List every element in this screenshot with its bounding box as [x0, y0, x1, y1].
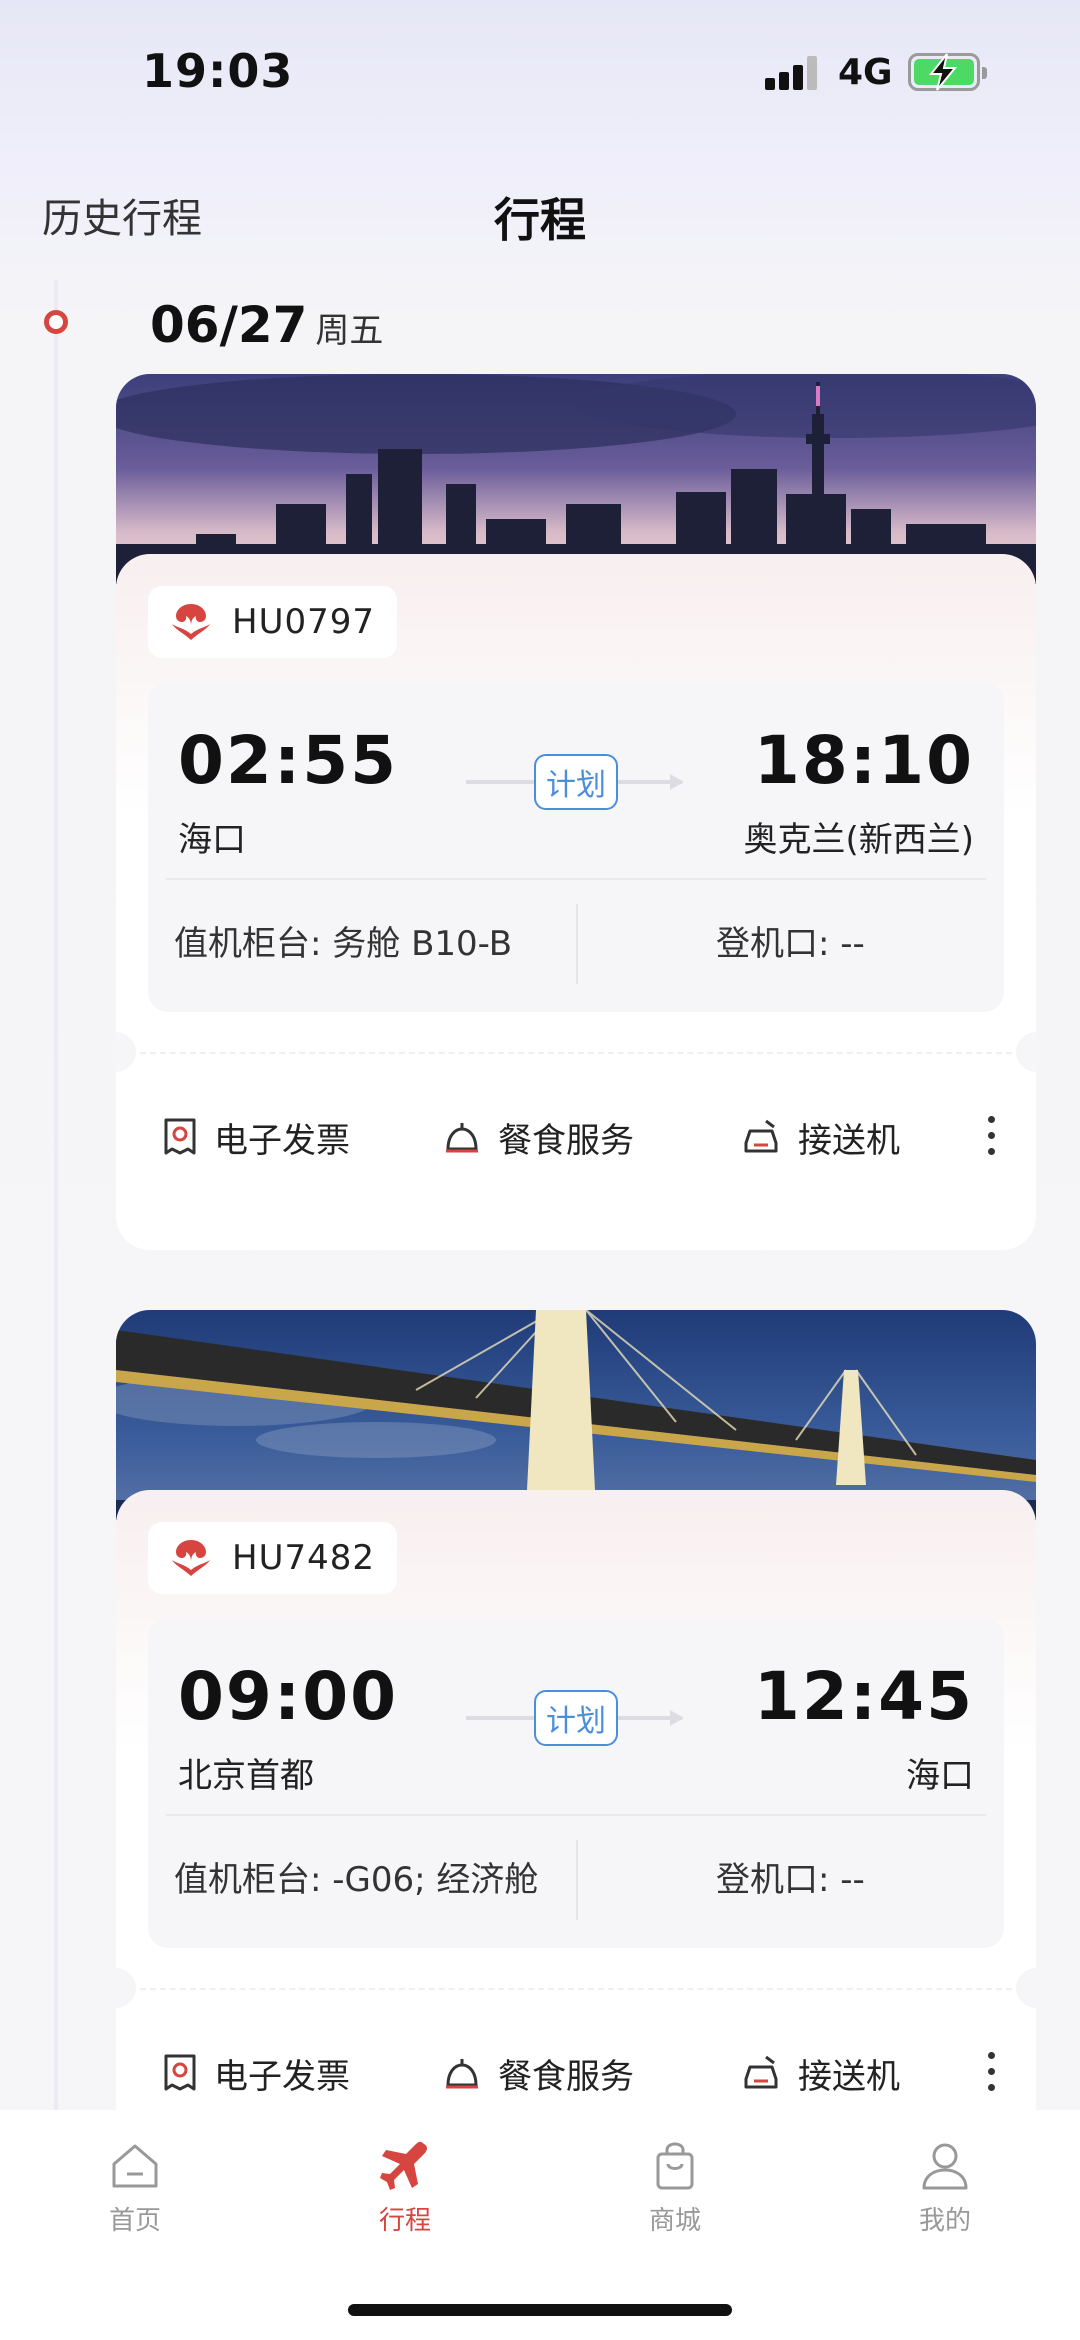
- flight-number: HU7482: [232, 1538, 375, 1578]
- meal-service-button[interactable]: 餐食服务: [442, 2038, 634, 2108]
- page-title: 行程: [494, 193, 586, 247]
- flight-tag: HU0797: [148, 586, 397, 658]
- e-ticket-button[interactable]: 电子发票: [162, 1102, 350, 1172]
- bridge-night-image: [116, 1310, 1036, 1520]
- ticket-notch-left: [116, 1032, 136, 1072]
- route-divider: [166, 1814, 986, 1816]
- meal-service-label: 餐食服务: [498, 1120, 634, 1161]
- more-icon[interactable]: [986, 1114, 996, 1158]
- status-time: 19:03: [142, 44, 294, 98]
- checkin-counter: 值机柜台: -G06; 经济舱: [174, 1860, 539, 1900]
- tab-shop[interactable]: 商城: [575, 2140, 775, 2237]
- tab-trips-label: 行程: [378, 2206, 431, 2236]
- more-icon[interactable]: [986, 2050, 996, 2094]
- route-box: 09:00 北京首都 计划 12:45 海口 值机柜台: -G06; 经济舱 登…: [148, 1618, 1004, 1948]
- arrival-city: 奥克兰(新西兰): [743, 820, 974, 860]
- arrival-time: 18:10: [753, 722, 974, 799]
- timeline-line: [54, 280, 58, 2110]
- battery-icon: [908, 53, 987, 91]
- flight-status-badge: 计划: [534, 1690, 618, 1746]
- route-arrow-icon: [670, 1710, 684, 1726]
- flight-card-body: HU0797 02:55 海口 计划 18:10 奥克兰(新西兰) 值机柜台: …: [116, 554, 1036, 1250]
- invoice-icon: [164, 2054, 196, 2091]
- tab-shop-label: 商城: [648, 2206, 701, 2236]
- tab-home[interactable]: 首页: [35, 2140, 235, 2237]
- flight-tag: HU7482: [148, 1522, 397, 1594]
- timeline-dot: [44, 310, 68, 334]
- departure-city: 北京首都: [178, 1756, 314, 1796]
- meal-service-button[interactable]: 餐食服务: [442, 1102, 634, 1172]
- ticket-dashed-divider: [140, 1052, 1012, 1054]
- user-icon: [922, 2143, 968, 2190]
- tab-profile[interactable]: 我的: [845, 2140, 1045, 2237]
- flight-card[interactable]: HU7482 09:00 北京首都 计划 12:45 海口 值机柜台: -G06…: [116, 1310, 1036, 2160]
- car-icon: [744, 2055, 778, 2089]
- status-bar: 19:03 4G: [0, 0, 1080, 140]
- ticket-notch-right: [1016, 1968, 1036, 2008]
- route-box: 02:55 海口 计划 18:10 奥克兰(新西兰) 值机柜台: 务舱 B10-…: [148, 682, 1004, 1012]
- transfer-label: 接送机: [798, 1120, 900, 1161]
- date-label: 06/27: [150, 296, 308, 354]
- boarding-gate: 登机口: --: [716, 924, 865, 964]
- ticket-notch-right: [1016, 1032, 1036, 1072]
- e-ticket-button[interactable]: 电子发票: [162, 2038, 350, 2108]
- shopping-bag-icon: [656, 2142, 694, 2190]
- airline-logo-icon: [172, 1540, 210, 1576]
- airline-logo-icon: [172, 604, 210, 640]
- meal-bell-icon: [446, 2059, 478, 2089]
- departure-time: 09:00: [178, 1658, 399, 1735]
- tab-trips[interactable]: 行程: [305, 2140, 505, 2237]
- arrival-time: 12:45: [753, 1658, 974, 1735]
- departure-city: 海口: [178, 820, 246, 860]
- departure-time: 02:55: [178, 722, 399, 799]
- route-divider: [166, 878, 986, 880]
- home-icon: [112, 2144, 158, 2188]
- tab-profile-label: 我的: [918, 2206, 971, 2236]
- e-ticket-label: 电子发票: [214, 2056, 350, 2097]
- transfer-button[interactable]: 接送机: [740, 1102, 900, 1172]
- route-arrow-icon: [670, 774, 684, 790]
- ticket-dashed-divider: [140, 1988, 1012, 1990]
- meal-bell-icon: [446, 1123, 478, 1153]
- ticket-notch-left: [116, 1968, 136, 2008]
- flight-number: HU0797: [232, 602, 375, 642]
- info-separator: [576, 1840, 578, 1920]
- signal-icon: [765, 56, 821, 90]
- transfer-button[interactable]: 接送机: [740, 2038, 900, 2108]
- boarding-gate: 登机口: --: [716, 1860, 865, 1900]
- arrival-city: 海口: [906, 1756, 974, 1796]
- card-actions: 电子发票 餐食服务 接送机: [116, 1102, 1036, 1172]
- car-icon: [744, 1119, 778, 1153]
- home-indicator[interactable]: [348, 2304, 732, 2316]
- checkin-counter: 值机柜台: 务舱 B10-B: [174, 924, 513, 964]
- network-label: 4G: [838, 52, 893, 93]
- plane-icon: [380, 2141, 427, 2190]
- weekday-label: 周五: [315, 311, 384, 351]
- transfer-label: 接送机: [798, 2056, 900, 2097]
- card-actions: 电子发票 餐食服务 接送机: [116, 2038, 1036, 2108]
- info-separator: [576, 904, 578, 984]
- meal-service-label: 餐食服务: [498, 2056, 634, 2097]
- flight-status-badge: 计划: [534, 754, 618, 810]
- date-header: 06/27 周五: [150, 296, 383, 354]
- tab-home-label: 首页: [108, 2206, 161, 2236]
- flight-card[interactable]: HU0797 02:55 海口 计划 18:10 奥克兰(新西兰) 值机柜台: …: [116, 374, 1036, 1250]
- invoice-icon: [164, 1118, 196, 1155]
- e-ticket-label: 电子发票: [214, 1120, 350, 1161]
- flight-card-body: HU7482 09:00 北京首都 计划 12:45 海口 值机柜台: -G06…: [116, 1490, 1036, 2160]
- city-skyline-image: [116, 374, 1036, 584]
